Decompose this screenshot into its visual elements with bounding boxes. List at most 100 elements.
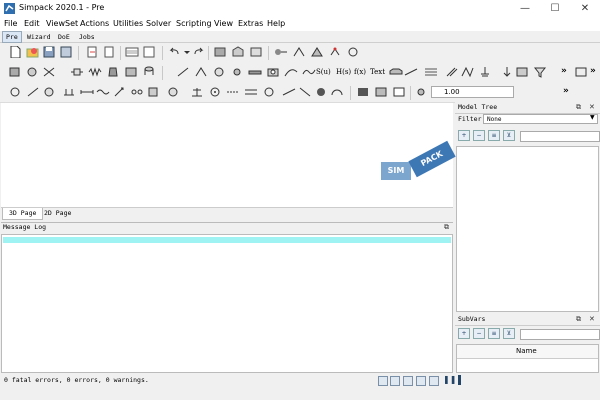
undo-icon[interactable] bbox=[167, 46, 181, 58]
export-icon[interactable] bbox=[102, 46, 116, 58]
subvars-search-input[interactable] bbox=[520, 329, 600, 340]
menu-actions[interactable]: Actions bbox=[80, 19, 109, 28]
force-icon[interactable] bbox=[310, 46, 324, 58]
subvars-filter-icon[interactable]: ⊻ bbox=[503, 328, 515, 339]
toolbar-overflow-icon[interactable]: » bbox=[561, 66, 567, 76]
subvars-column-name[interactable]: Name bbox=[516, 347, 537, 355]
tree-collapse-icon[interactable]: − bbox=[473, 130, 485, 141]
close-button[interactable]: ✕ bbox=[570, 0, 600, 17]
tab-wizard[interactable]: Wizard bbox=[24, 32, 53, 42]
spline-icon[interactable] bbox=[302, 66, 316, 78]
wireframe-icon[interactable] bbox=[392, 86, 406, 98]
vehicle-icon[interactable] bbox=[389, 66, 403, 78]
stop-bar-icon[interactable] bbox=[458, 375, 461, 385]
rope-icon[interactable] bbox=[96, 86, 110, 98]
stop-icon[interactable] bbox=[146, 86, 160, 98]
filter-select[interactable]: None bbox=[483, 114, 598, 124]
tab-2d-page[interactable]: 2D Page bbox=[38, 208, 77, 219]
solid-shading-icon[interactable] bbox=[356, 86, 370, 98]
chain-icon[interactable] bbox=[226, 86, 240, 98]
tree-filter-icon[interactable]: ⊻ bbox=[503, 130, 515, 141]
menu-utilities[interactable]: Utilities bbox=[113, 19, 143, 28]
toolbar-overflow-icon[interactable]: » bbox=[563, 86, 569, 96]
camera-icon[interactable] bbox=[266, 66, 280, 78]
contact-icon[interactable] bbox=[26, 86, 40, 98]
status-save-icon[interactable] bbox=[403, 376, 413, 386]
zoom-value-field[interactable]: 1.00 bbox=[431, 86, 514, 98]
pause-icon[interactable]: ❚❚ bbox=[443, 375, 456, 384]
3d-viewport[interactable] bbox=[1, 103, 453, 207]
ground-icon[interactable] bbox=[478, 66, 492, 78]
table-icon[interactable] bbox=[125, 46, 139, 58]
properties-icon[interactable] bbox=[142, 46, 156, 58]
menu-help[interactable]: Help bbox=[267, 19, 285, 28]
joint-type-icon[interactable] bbox=[62, 86, 76, 98]
marker-icon[interactable] bbox=[292, 46, 306, 58]
mass-icon[interactable] bbox=[106, 66, 120, 78]
flex-body-icon[interactable] bbox=[460, 66, 474, 78]
menu-viewset[interactable]: ViewSet bbox=[46, 19, 78, 28]
animation-scale-icon[interactable] bbox=[414, 86, 428, 98]
bearing-icon[interactable] bbox=[262, 86, 276, 98]
coupling-icon[interactable] bbox=[298, 86, 312, 98]
output-icon[interactable] bbox=[515, 66, 529, 78]
status-clear-icon[interactable] bbox=[429, 376, 439, 386]
track-icon[interactable] bbox=[404, 66, 418, 78]
connection-icon[interactable] bbox=[70, 66, 84, 78]
subvars-collapse-icon[interactable]: − bbox=[473, 328, 485, 339]
subvars-expand-icon[interactable]: + bbox=[458, 328, 470, 339]
shaft-icon[interactable] bbox=[282, 86, 296, 98]
belt-icon[interactable] bbox=[244, 86, 258, 98]
actuator-icon[interactable] bbox=[176, 66, 190, 78]
subvars-float-icon[interactable]: ⧉ bbox=[576, 315, 581, 324]
joint-icon[interactable] bbox=[274, 46, 288, 58]
save-as-icon[interactable] bbox=[59, 46, 73, 58]
filter-tool-icon[interactable] bbox=[533, 66, 547, 78]
subvars-sort-icon[interactable]: ≡ bbox=[488, 328, 500, 339]
save-icon[interactable] bbox=[42, 46, 56, 58]
view-iso-icon[interactable] bbox=[231, 46, 245, 58]
cam-icon[interactable] bbox=[166, 86, 180, 98]
model-tree-close-icon[interactable]: ✕ bbox=[589, 103, 595, 111]
menu-edit[interactable]: Edit bbox=[24, 19, 40, 28]
new-model-icon[interactable] bbox=[8, 46, 22, 58]
maximize-button[interactable]: ☐ bbox=[540, 0, 570, 17]
link-icon[interactable] bbox=[130, 86, 144, 98]
tree-sort-icon[interactable]: ≡ bbox=[488, 130, 500, 141]
pulley-icon[interactable] bbox=[208, 86, 222, 98]
force-element-icon[interactable] bbox=[8, 86, 22, 98]
hook-icon[interactable] bbox=[112, 86, 126, 98]
menu-file[interactable]: File bbox=[4, 19, 17, 28]
status-print-icon[interactable] bbox=[390, 376, 400, 386]
extra-tool-icon[interactable] bbox=[574, 66, 588, 78]
measure-icon[interactable] bbox=[444, 66, 458, 78]
model-tree-view[interactable] bbox=[456, 146, 599, 312]
float-panel-icon[interactable]: ⧉ bbox=[444, 223, 449, 232]
open-model-icon[interactable] bbox=[25, 46, 39, 58]
wheel-icon[interactable] bbox=[212, 66, 226, 78]
message-log-body[interactable] bbox=[1, 234, 453, 373]
hidden-line-icon[interactable] bbox=[374, 86, 388, 98]
cylinder-icon[interactable] bbox=[142, 66, 156, 78]
view-top-icon[interactable] bbox=[249, 46, 263, 58]
f-x-expression-button[interactable]: f(x) bbox=[354, 68, 366, 76]
damper-icon[interactable] bbox=[194, 66, 208, 78]
message-log-selected-line[interactable] bbox=[3, 237, 451, 243]
tab-doe[interactable]: DoE bbox=[55, 32, 73, 42]
redo-icon[interactable] bbox=[192, 46, 206, 58]
scale-icon[interactable] bbox=[190, 86, 204, 98]
spring-icon[interactable] bbox=[88, 66, 102, 78]
curve-icon[interactable] bbox=[284, 66, 298, 78]
tree-search-input[interactable] bbox=[520, 131, 600, 142]
bushing-icon[interactable] bbox=[42, 86, 56, 98]
body-geometry-icon[interactable] bbox=[25, 66, 39, 78]
tree-expand-icon[interactable]: + bbox=[458, 130, 470, 141]
rigid-body-icon[interactable] bbox=[124, 66, 138, 78]
status-search-icon[interactable] bbox=[416, 376, 426, 386]
menu-solver[interactable]: Solver bbox=[146, 19, 171, 28]
tire-icon[interactable] bbox=[314, 86, 328, 98]
menu-scripting[interactable]: Scripting bbox=[176, 19, 212, 28]
tab-jobs[interactable]: Jobs bbox=[76, 32, 98, 42]
sensor-tool-icon[interactable] bbox=[42, 66, 56, 78]
sensor-icon[interactable] bbox=[346, 46, 360, 58]
